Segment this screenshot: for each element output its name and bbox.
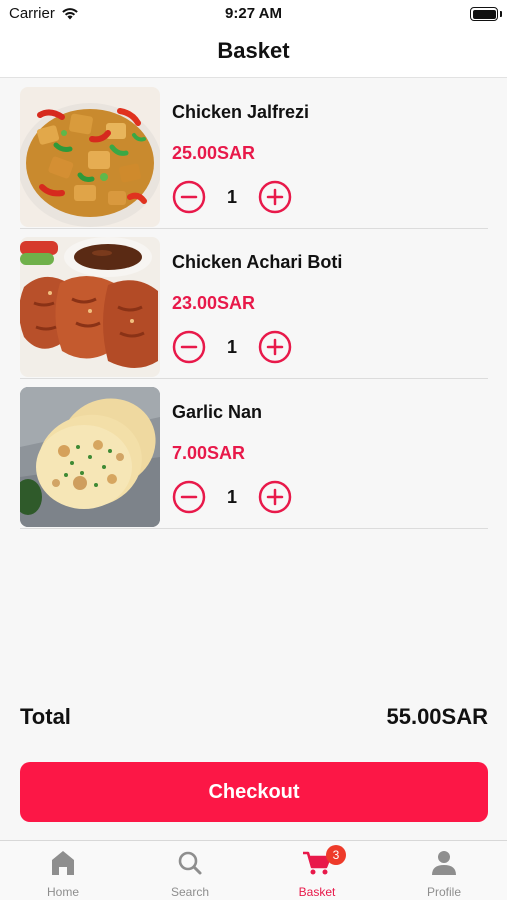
item-name: Chicken Jalfrezi bbox=[172, 102, 310, 122]
chicken-achari-boti-image bbox=[20, 237, 160, 377]
quantity-stepper: 1 bbox=[172, 330, 294, 364]
quantity-value: 1 bbox=[226, 487, 237, 507]
quantity-stepper: 1 bbox=[172, 180, 294, 214]
item-name: Chicken Achari Boti bbox=[172, 252, 343, 272]
garlic-nan-image bbox=[20, 387, 160, 527]
search-icon bbox=[178, 851, 202, 875]
basket-item[interactable]: Chicken Achari Boti 23.00SAR 1 bbox=[20, 229, 488, 379]
status-time: 9:27 AM bbox=[225, 5, 282, 22]
total-row: Total 55.00SAR bbox=[20, 704, 488, 734]
quantity-value: 1 bbox=[226, 187, 237, 207]
cart-badge: 3 bbox=[326, 845, 346, 865]
tab-label: Basket bbox=[298, 885, 336, 899]
quantity-stepper: 1 bbox=[172, 480, 294, 514]
decrease-quantity-button[interactable] bbox=[172, 330, 206, 364]
item-price: 7.00SAR bbox=[172, 443, 246, 463]
tab-label: Home bbox=[46, 885, 79, 899]
decrease-quantity-button[interactable] bbox=[172, 180, 206, 214]
tab-bar: Home Search 3 Basket Profile bbox=[0, 840, 507, 900]
profile-icon bbox=[432, 851, 456, 875]
chicken-jalfrezi-image bbox=[20, 87, 160, 227]
increase-quantity-button[interactable] bbox=[258, 480, 292, 514]
item-price: 23.00SAR bbox=[172, 293, 256, 313]
tab-home[interactable]: Home bbox=[0, 841, 126, 900]
basket-item[interactable]: Garlic Nan 7.00SAR 1 bbox=[20, 379, 488, 529]
tab-basket[interactable]: 3 Basket bbox=[254, 841, 380, 900]
tab-search[interactable]: Search bbox=[127, 841, 253, 900]
tab-label: Search bbox=[170, 885, 210, 899]
nav-header: Basket bbox=[0, 30, 507, 78]
item-price: 25.00SAR bbox=[172, 143, 256, 163]
status-bar: Carrier 9:27 AM bbox=[0, 0, 507, 30]
battery-icon bbox=[470, 7, 498, 21]
quantity-value: 1 bbox=[226, 337, 237, 357]
increase-quantity-button[interactable] bbox=[258, 330, 292, 364]
decrease-quantity-button[interactable] bbox=[172, 480, 206, 514]
battery-tip bbox=[500, 11, 502, 17]
increase-quantity-button[interactable] bbox=[258, 180, 292, 214]
home-icon bbox=[52, 851, 74, 875]
total-label: Total bbox=[20, 704, 71, 729]
total-value: 55.00SAR bbox=[386, 704, 488, 729]
basket-list: Chicken Jalfrezi 25.00SAR 1 Chicken Acha… bbox=[20, 79, 488, 529]
basket-item[interactable]: Chicken Jalfrezi 25.00SAR 1 bbox=[20, 79, 488, 229]
checkout-button[interactable]: Checkout bbox=[20, 762, 488, 822]
tab-label: Profile bbox=[426, 885, 461, 899]
item-name: Garlic Nan bbox=[172, 402, 263, 422]
page-title: Basket bbox=[217, 38, 290, 63]
tab-profile[interactable]: Profile bbox=[381, 841, 507, 900]
